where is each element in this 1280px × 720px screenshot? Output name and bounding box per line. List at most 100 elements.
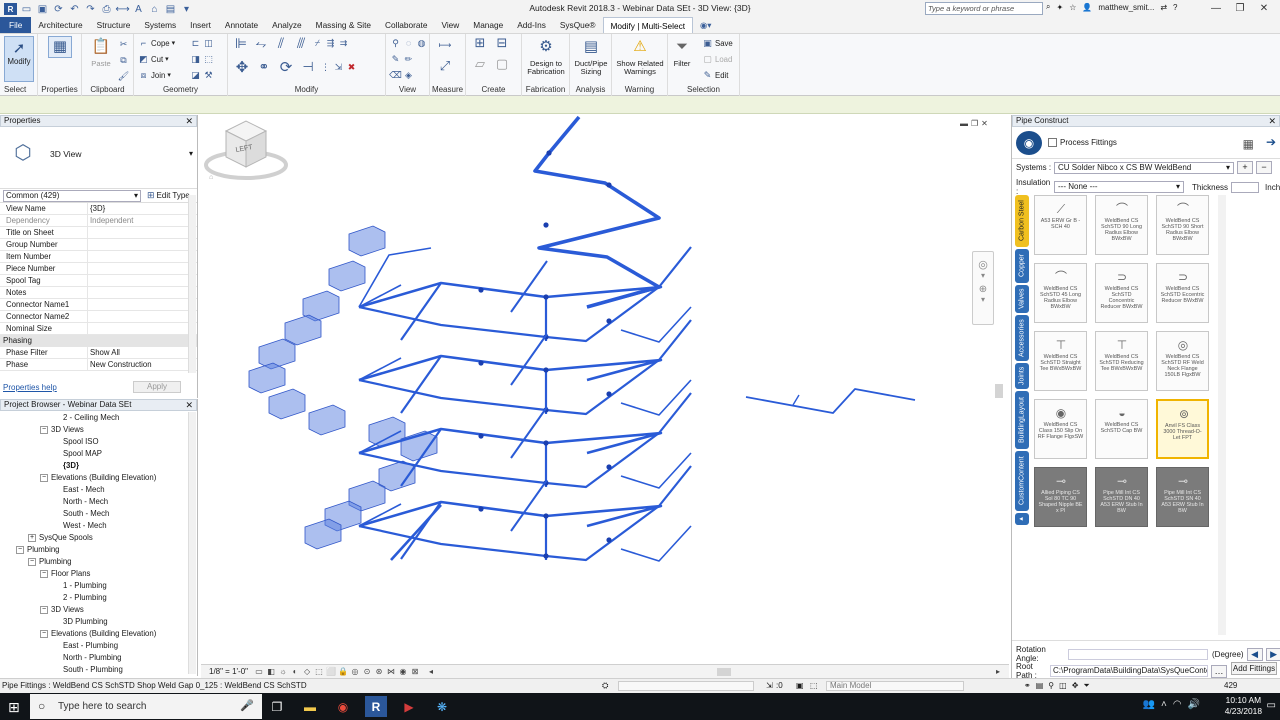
chevron-down-icon[interactable]: ▾ bbox=[189, 149, 193, 158]
drag-elements-icon[interactable]: ✥ bbox=[1072, 679, 1079, 693]
expand-tabs-icon[interactable]: ▸ bbox=[1015, 513, 1029, 525]
select-by-face-icon[interactable]: ◫ bbox=[1059, 679, 1067, 693]
pipe-segment[interactable] bbox=[510, 406, 548, 459]
chevron-up-icon[interactable]: ˄ bbox=[1161, 699, 1167, 710]
workset-select[interactable] bbox=[618, 681, 754, 691]
horizontal-scroll-thumb[interactable] bbox=[717, 668, 731, 676]
browser-node[interactable]: 2 - Ceiling Mech bbox=[0, 412, 187, 424]
collapse-icon[interactable]: − bbox=[40, 473, 48, 482]
property-value[interactable]: Show All bbox=[88, 347, 197, 358]
rotate-icon[interactable]: ⟳ bbox=[276, 59, 296, 76]
ductwork-selection[interactable] bbox=[248, 225, 438, 550]
split-icon[interactable]: ⌿ bbox=[312, 38, 323, 49]
design-options-icon-2[interactable]: ⬚ bbox=[810, 679, 818, 693]
browser-node[interactable]: West - Mech bbox=[0, 520, 187, 532]
pipework-selection[interactable] bbox=[358, 115, 916, 562]
taskbar-clock[interactable]: 10:10 AM 4/23/2018 bbox=[1225, 695, 1262, 717]
task-view-icon[interactable]: ❐ bbox=[266, 696, 288, 717]
align-icon[interactable]: ⊫ bbox=[232, 35, 250, 51]
phasing-group-header[interactable]: Phasing bbox=[0, 335, 197, 347]
join-button[interactable]: ⧈ Join ▾ bbox=[138, 69, 171, 81]
scroll-left-icon[interactable]: ◂ bbox=[426, 667, 436, 677]
pipe-segment[interactable] bbox=[533, 115, 661, 309]
browser-node[interactable]: + SysQue Spools bbox=[0, 532, 187, 544]
fitting-tile[interactable]: ⟋ A53 ERW Gr B - SCH 40 bbox=[1034, 195, 1087, 255]
vertical-scroll-thumb[interactable] bbox=[995, 384, 1003, 398]
property-value[interactable] bbox=[88, 311, 197, 322]
filter-button[interactable]: ⏷ Filter bbox=[668, 36, 696, 68]
pipe-fitting[interactable] bbox=[546, 150, 552, 156]
arrow-left-icon[interactable]: ◀ bbox=[1246, 647, 1263, 661]
side-tab-accessories[interactable]: Accessories bbox=[1015, 315, 1029, 361]
customize-qat-icon[interactable]: ▾ bbox=[180, 3, 193, 15]
tab-sysque[interactable]: SysQue® bbox=[553, 17, 603, 33]
cut-button[interactable]: ◩ Cut ▾ bbox=[138, 53, 168, 65]
offset-icon[interactable]: ⥊ bbox=[252, 35, 270, 51]
side-tab-joints[interactable]: Joints bbox=[1015, 363, 1029, 389]
create-assembly-icon[interactable]: ⊟ bbox=[492, 35, 512, 50]
render-icon[interactable]: ◇ bbox=[302, 667, 312, 677]
property-value[interactable] bbox=[88, 251, 197, 262]
split-face-icon[interactable]: ◫ bbox=[203, 38, 214, 49]
pipe-fitting[interactable] bbox=[543, 440, 549, 446]
browser-node[interactable]: East - Plumbing bbox=[0, 640, 187, 652]
pipe-segment[interactable] bbox=[400, 282, 442, 341]
viewcube[interactable]: LEFT ⌂ bbox=[201, 115, 291, 185]
properties-button[interactable]: ▦ bbox=[41, 36, 79, 60]
undo-icon[interactable]: ↶ bbox=[68, 3, 81, 15]
process-fittings-checkbox[interactable]: Process Fittings bbox=[1048, 138, 1117, 147]
crop-view-icon[interactable]: ⬚ bbox=[314, 667, 324, 677]
temp-hide-icon[interactable]: ◎ bbox=[350, 667, 360, 677]
pencil-icon[interactable]: ✏ bbox=[403, 54, 414, 65]
detail-level-icon[interactable]: ▭ bbox=[254, 667, 264, 677]
browser-node[interactable]: North - Plumbing bbox=[0, 652, 187, 664]
pipe-segment[interactable] bbox=[745, 388, 916, 414]
fitting-tile[interactable]: ⌒ WeldBend CS SchSTD 45 Long Radius Elbow… bbox=[1034, 263, 1087, 323]
design-option-select[interactable]: Main Model bbox=[826, 681, 964, 691]
eraser-icon[interactable]: ⌫ bbox=[389, 70, 402, 81]
demolish-icon[interactable]: ⬚ bbox=[203, 54, 214, 65]
open-icon[interactable]: ▭ bbox=[20, 3, 33, 15]
pipe-fitting[interactable] bbox=[478, 287, 484, 293]
hammer-icon[interactable]: ⚒ bbox=[203, 70, 214, 81]
fitting-tile[interactable]: ◎ WeldBend CS SchSTD RF Weld Neck Flange … bbox=[1156, 331, 1209, 391]
close-icon[interactable]: ✕ bbox=[1252, 0, 1276, 16]
favorites-icon[interactable]: ☆ bbox=[1069, 3, 1076, 12]
fitting-tile[interactable]: ⊸ Pipe Mill Int CS SchSTD DN 40 A53 ERW S… bbox=[1095, 467, 1148, 527]
pipe-fitting[interactable] bbox=[606, 464, 612, 470]
select-links-icon[interactable]: ⚭ bbox=[1024, 679, 1031, 693]
remove-paint-icon[interactable]: ◪ bbox=[190, 70, 201, 81]
side-tab-buildinglayout[interactable]: BuildingLayout bbox=[1015, 391, 1029, 449]
browser-node[interactable]: 3D Plumbing bbox=[0, 616, 187, 628]
pipe-segment[interactable] bbox=[620, 306, 692, 343]
save-selection-button[interactable]: ▣ Save bbox=[702, 37, 733, 49]
help-icon[interactable]: ? bbox=[1173, 3, 1177, 12]
clipboard-cut-tool[interactable]: ✂ bbox=[118, 38, 129, 50]
browser-scrollbar[interactable] bbox=[188, 412, 196, 674]
browser-node[interactable]: Spool ISO bbox=[0, 436, 187, 448]
wall-joins-icon[interactable]: ⊏ bbox=[190, 38, 201, 49]
constraints-icon[interactable]: ⊠ bbox=[410, 667, 420, 677]
revit-taskbar-icon[interactable]: R bbox=[365, 696, 387, 717]
people-icon[interactable]: 👥 bbox=[1143, 699, 1155, 710]
pipe-fitting[interactable] bbox=[543, 513, 549, 519]
side-tab-carbon-steel[interactable]: Carbon Steel bbox=[1015, 195, 1029, 247]
browser-node[interactable]: North - Mech bbox=[0, 496, 187, 508]
pipe-segment[interactable] bbox=[792, 394, 800, 406]
fitting-tile[interactable]: ⊸ Pipe Mill Int CS SchSTD SN 40 A53 ERW S… bbox=[1156, 467, 1209, 527]
tab-view[interactable]: View bbox=[434, 17, 466, 33]
type-selector[interactable]: ⬡ 3D View ▾ bbox=[0, 127, 197, 189]
fittings-scrollbar[interactable] bbox=[1218, 195, 1226, 635]
collapse-icon[interactable]: − bbox=[40, 569, 48, 578]
property-value[interactable] bbox=[88, 299, 197, 310]
volume-icon[interactable]: 🔊 bbox=[1188, 699, 1200, 710]
mirror-pick-icon[interactable]: ⫽ bbox=[272, 35, 290, 51]
property-value[interactable]: {3D} bbox=[88, 203, 197, 214]
tab-massing-site[interactable]: Massing & Site bbox=[309, 17, 378, 33]
checkbox-box[interactable] bbox=[1048, 138, 1057, 147]
remove-system-icon[interactable]: − bbox=[1256, 161, 1272, 174]
design-to-fabrication-button[interactable]: ⚙ Design to Fabrication bbox=[527, 36, 565, 76]
scale-icon[interactable]: ⇲ bbox=[333, 62, 344, 73]
create-similar-icon[interactable]: ▢ bbox=[492, 56, 512, 71]
fitting-tile[interactable]: ⊤ WeldBend CS SchSTD Straight Tee BWxBWxB… bbox=[1034, 331, 1087, 391]
